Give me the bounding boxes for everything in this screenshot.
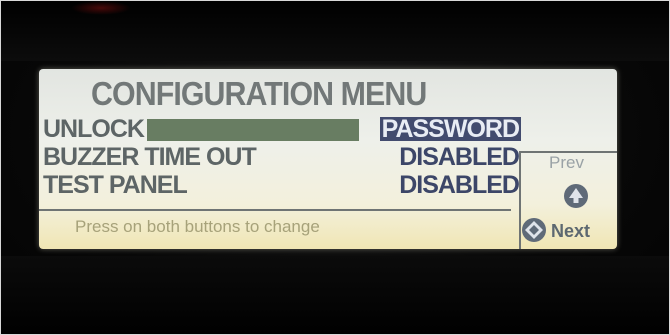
menu-item-buzzer-label[interactable]: BUZZER TIME OUT [43, 145, 257, 170]
lcd-screen: CONFIGURATION MENU UNLOCK PASSWORD BUZZE… [39, 69, 617, 249]
device-bezel-bottom [1, 256, 669, 334]
menu-title: CONFIGURATION MENU [91, 75, 427, 112]
menu-item-test-panel-label[interactable]: TEST PANEL [43, 173, 188, 198]
indicator-glow [71, 1, 131, 15]
prev-label[interactable]: Prev [549, 153, 584, 173]
menu-item-unlock-value[interactable]: PASSWORD [379, 117, 521, 142]
diamond-arrow-icon[interactable] [521, 217, 547, 243]
selection-highlight-bar [147, 119, 359, 141]
menu-item-buzzer-value[interactable]: DISABLED [399, 145, 520, 170]
device-photo: CONFIGURATION MENU UNLOCK PASSWORD BUZZE… [0, 0, 670, 335]
up-arrow-icon[interactable] [563, 183, 589, 209]
menu-item-unlock-label[interactable]: UNLOCK [43, 117, 145, 142]
hint-text: Press on both buttons to change [75, 217, 320, 236]
menu-item-test-panel-value[interactable]: DISABLED [399, 173, 520, 198]
hint-divider [39, 209, 511, 211]
next-label[interactable]: Next [551, 221, 590, 242]
